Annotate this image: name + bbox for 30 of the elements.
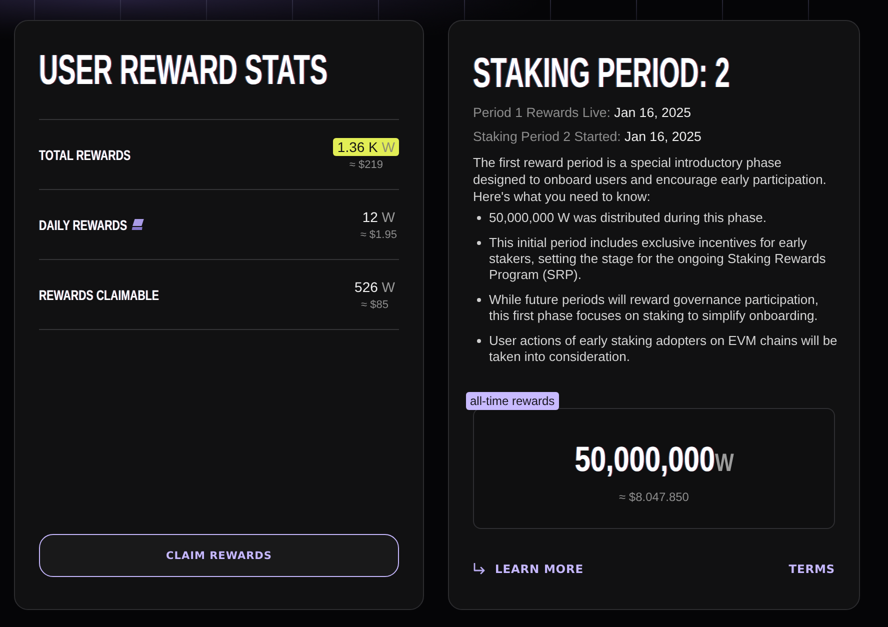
card-title: USER REWARD STATS — [39, 49, 328, 91]
all-time-badge: all-time rewards — [466, 392, 559, 410]
usd-estimate: ≈ $219 — [349, 158, 383, 172]
reward-amount: 12 W — [361, 208, 396, 226]
corner-arrow-icon — [473, 563, 486, 575]
reward-amount: 526 W — [354, 278, 396, 296]
period-date: Staking Period 2 Started: Jan 16, 2025 — [473, 128, 702, 146]
laptop-icon — [132, 219, 146, 230]
bullet-text: User actions of early staking adopters on EVM chains will be taken into consideration. — [489, 333, 838, 365]
bullet-icon — [477, 216, 481, 220]
period-date: Period 1 Rewards Live: Jan 16, 2025 — [473, 104, 692, 122]
stat-label: REWARDS CLAIMABLE — [39, 286, 159, 302]
bullet-text: While future periods will reward governance participation, this first phase focuses on staking to simplify onboarding. — [489, 292, 820, 324]
stat-label: DAILY REWARDS — [39, 216, 128, 232]
bullet-icon — [477, 298, 481, 302]
stat-label: TOTAL REWARDS — [39, 146, 131, 162]
bullet-icon — [477, 241, 481, 245]
bullet-icon — [477, 339, 481, 343]
usd-estimate: ≈ $85 — [361, 298, 388, 312]
intro-text: The first reward period is a special introductory phase designed to onboard users and encourage early participation. Here's what you need to know: — [473, 154, 828, 205]
usd-estimate: ≈ $8.047.850 — [619, 490, 689, 504]
bullet-text: 50,000,000 W was distributed during this phase. — [489, 210, 768, 226]
learn-more-link[interactable]: LEARN MORE — [495, 561, 584, 577]
terms-link[interactable]: TERMS — [788, 561, 835, 577]
card-title: STAKING PERIOD: 2 — [473, 52, 730, 94]
highlighted-amount: 1.36 K W — [333, 138, 399, 156]
claim-rewards-button[interactable]: CLAIM REWARDS — [39, 534, 399, 577]
total-amount: 50,000,000W — [574, 440, 734, 478]
bullet-text: This initial period includes exclusive incentives for early stakers, setting the stage for the ongoing Staking Rewards Program (SRP). — [489, 235, 827, 283]
usd-estimate: ≈ $1.95 — [360, 228, 397, 242]
